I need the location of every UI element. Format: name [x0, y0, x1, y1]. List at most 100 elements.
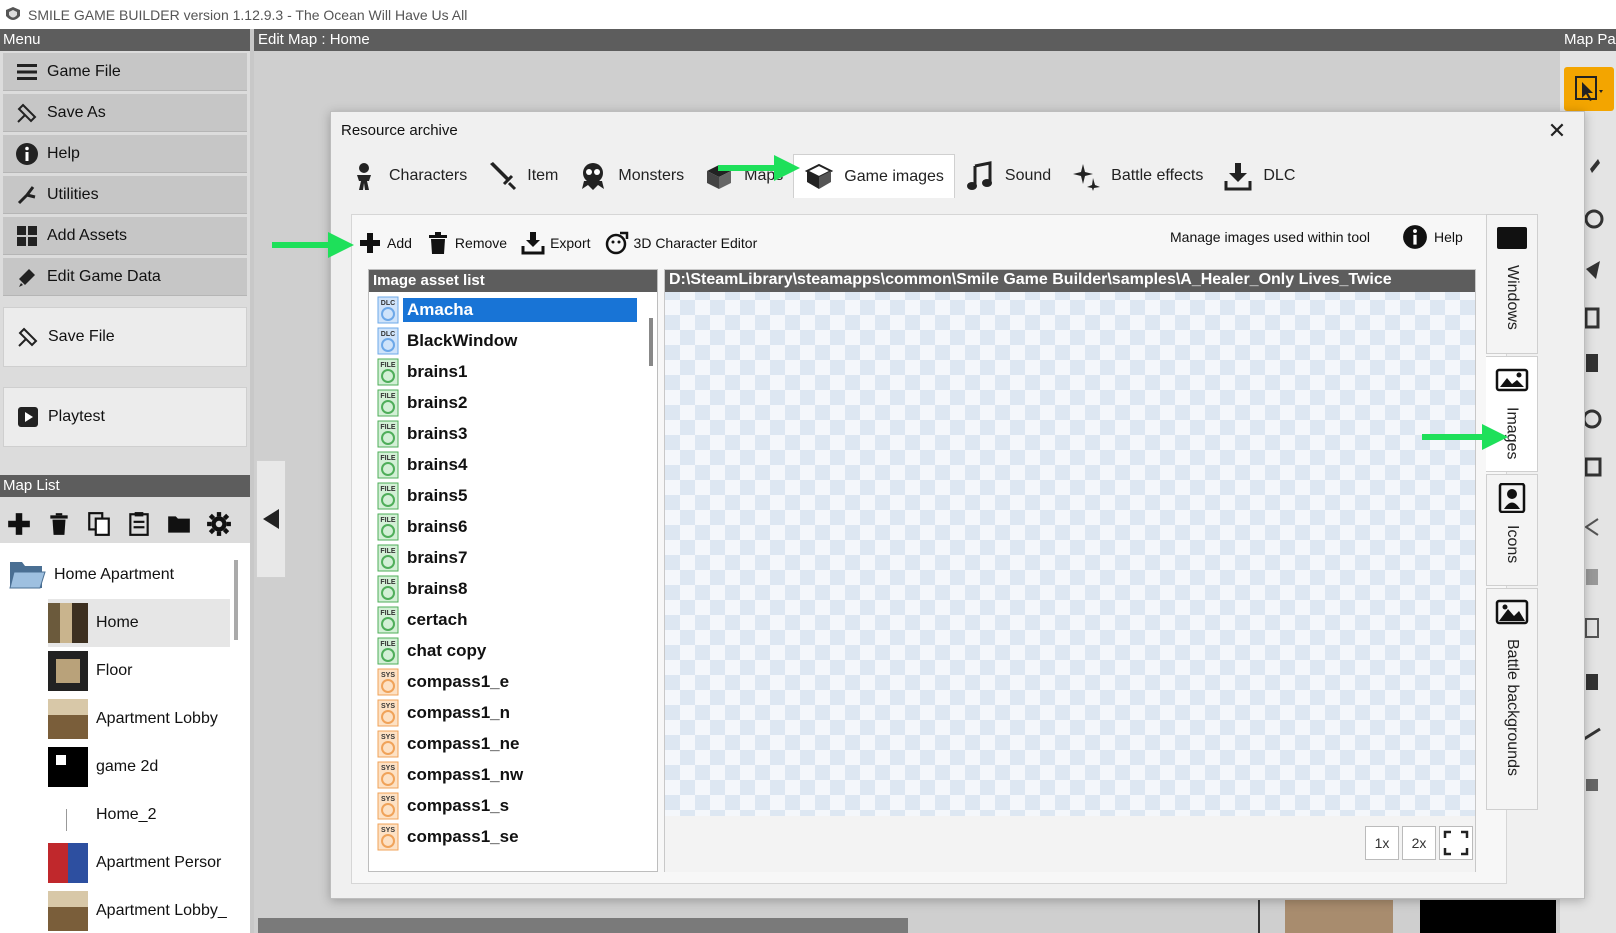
asset-item[interactable]: SYS compass1_n [377, 697, 637, 728]
tab-item[interactable]: Item [477, 154, 568, 198]
tab-monsters[interactable]: Monsters [568, 154, 694, 198]
map-item-game-2d[interactable]: game 2d [48, 743, 250, 791]
utilities-button[interactable]: Utilities [3, 176, 247, 214]
asset-item[interactable]: SYS compass1_nw [377, 759, 637, 790]
folder-icon[interactable] [166, 511, 192, 537]
add-assets-button[interactable]: Add Assets [3, 217, 247, 255]
tab-game-images[interactable]: Game images [793, 154, 955, 198]
playtest-button[interactable]: Playtest [3, 387, 247, 447]
asset-item[interactable]: FILE brains8 [377, 573, 637, 604]
asset-badge: FILE [380, 579, 395, 586]
side-tab-images[interactable]: Images [1486, 356, 1538, 472]
asset-list-scrollbar[interactable] [649, 318, 653, 366]
add-assets-label: Add Assets [47, 226, 128, 244]
map-thumbnail [48, 795, 88, 835]
asset-badge: FILE [380, 610, 395, 617]
tab-characters[interactable]: Characters [339, 154, 477, 198]
asset-name: Amacha [403, 297, 637, 322]
fit-screen-button[interactable] [1439, 826, 1473, 860]
dialog-title: Resource archive [341, 122, 458, 139]
asset-item[interactable]: FILE brains5 [377, 480, 637, 511]
resource-tabs: Characters Item Monsters Maps Game image… [339, 154, 1539, 198]
asset-name: brains8 [407, 578, 468, 598]
map-thumbnail [48, 651, 88, 691]
file-file-icon: FILE [377, 606, 399, 633]
map-item-home-2[interactable]: Home_2 [48, 791, 250, 839]
map-thumbnail [48, 699, 88, 739]
asset-item[interactable]: SYS compass1_e [377, 666, 637, 697]
file-path: D:\SteamLibrary\steamapps\common\Smile G… [665, 270, 1475, 292]
save-file-button[interactable]: Save File [3, 307, 247, 367]
file-file-icon: FILE [377, 482, 399, 509]
zoom-strip [665, 816, 1475, 872]
asset-badge: FILE [380, 548, 395, 555]
zoom-2x-button[interactable]: 2x [1402, 826, 1436, 860]
asset-item[interactable]: FILE certach [377, 604, 637, 635]
asset-item[interactable]: FILE chat copy [377, 635, 637, 666]
tab-label: Battle effects [1111, 167, 1204, 184]
save-as-button[interactable]: Save As [3, 94, 247, 132]
utilities-icon [17, 185, 36, 204]
map-item-apartment-lobby[interactable]: Apartment Lobby [48, 695, 250, 743]
map-item-apartment-lobby-2[interactable]: Apartment Lobby_ [48, 887, 250, 933]
export-button[interactable]: Export [521, 231, 591, 255]
asset-item[interactable]: SYS compass1_ne [377, 728, 637, 759]
edit-game-data-button[interactable]: Edit Game Data [3, 258, 247, 296]
asset-item[interactable]: DLC Amacha [377, 294, 637, 325]
sys-file-icon: SYS [377, 668, 399, 695]
add-map-icon[interactable] [6, 511, 32, 537]
green-arrow-game-images [718, 155, 800, 181]
asset-item[interactable]: FILE brains1 [377, 356, 637, 387]
game-file-button[interactable]: Game File [3, 53, 247, 91]
asset-list-header: Image asset list [369, 270, 657, 292]
remove-button[interactable]: Remove [426, 231, 507, 255]
tab-label: Item [527, 167, 559, 184]
map-thumbnail [48, 747, 88, 787]
gear-icon[interactable] [206, 511, 232, 537]
zoom-1x-button[interactable]: 1x [1365, 826, 1399, 860]
asset-item[interactable]: FILE brains2 [377, 387, 637, 418]
asset-item[interactable]: SYS compass1_se [377, 821, 637, 852]
asset-name: chat copy [407, 640, 487, 660]
delete-map-icon[interactable] [46, 511, 72, 537]
image-asset-list-panel: Image asset list DLC Amacha DLC BlackWindow… [368, 269, 658, 872]
collapse-panel-button[interactable] [256, 460, 286, 578]
help-menu-label: Help [47, 144, 80, 162]
asset-name: compass1_s [407, 795, 510, 815]
asset-item[interactable]: FILE brains4 [377, 449, 637, 480]
add-button[interactable]: Add [358, 231, 412, 255]
map-folder-home-apartment[interactable]: Home Apartment [8, 551, 244, 599]
tab-battle-effects[interactable]: Battle effects [1061, 154, 1213, 198]
asset-badge: FILE [380, 517, 395, 524]
map-item-apartment-person[interactable]: Apartment Persor [48, 839, 250, 887]
map-item-home[interactable]: Home [48, 599, 230, 647]
asset-item[interactable]: FILE brains7 [377, 542, 637, 573]
help-button[interactable]: Help [1402, 223, 1463, 251]
asset-name: brains7 [407, 547, 468, 567]
map-item-floor[interactable]: Floor [48, 647, 250, 695]
asset-item[interactable]: DLC BlackWindow [377, 325, 637, 356]
help-menu-button[interactable]: Help [3, 135, 247, 173]
cursor-tool-button[interactable] [1564, 67, 1614, 111]
map-label: Home [96, 614, 139, 631]
tab-sound[interactable]: Sound [955, 154, 1061, 198]
asset-item[interactable]: FILE brains3 [377, 418, 637, 449]
side-tab-icons[interactable]: Icons [1486, 474, 1538, 586]
sys-file-icon: SYS [377, 761, 399, 788]
asset-name: compass1_ne [407, 733, 520, 753]
tab-dlc[interactable]: DLC [1213, 154, 1305, 198]
side-tab-windows[interactable]: Windows [1486, 214, 1538, 354]
cursor-icon [1575, 76, 1603, 101]
copy-map-icon[interactable] [86, 511, 112, 537]
character-icon [357, 163, 371, 190]
asset-item[interactable]: SYS compass1_s [377, 790, 637, 821]
green-arrow-images-tab [1422, 424, 1508, 450]
manage-images-link[interactable]: Manage images used within tool [1170, 223, 1370, 251]
asset-item[interactable]: FILE brains6 [377, 511, 637, 542]
paste-map-icon[interactable] [126, 511, 152, 537]
3d-character-editor-button[interactable]: 3D Character Editor [605, 231, 757, 255]
close-button[interactable]: ✕ [1544, 118, 1570, 144]
side-tab-battle-backgrounds[interactable]: Battle backgrounds [1486, 588, 1538, 810]
asset-name: compass1_se [407, 826, 519, 846]
map-list-scrollbar[interactable] [234, 560, 238, 640]
